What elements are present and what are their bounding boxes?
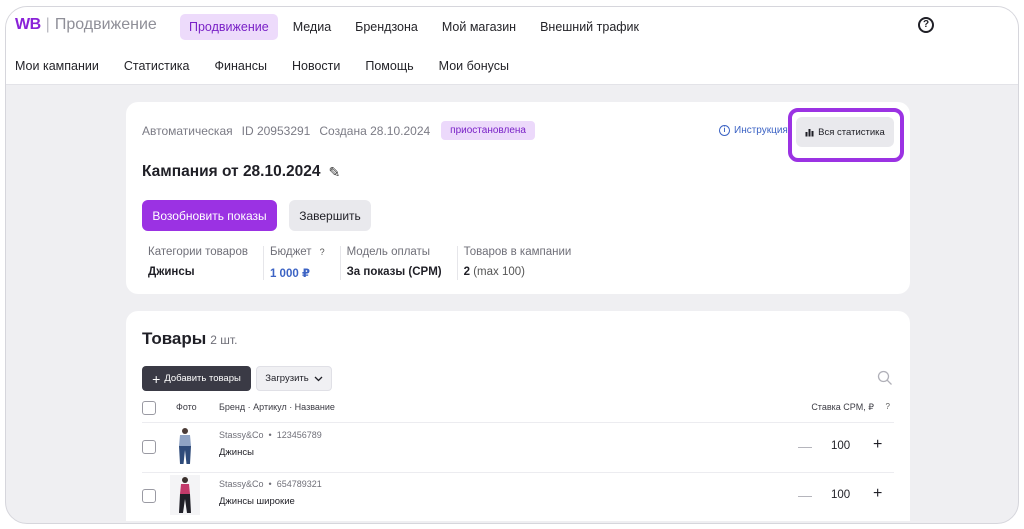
product-sub: Stassy&Co • 123456789 bbox=[219, 430, 322, 440]
payment-label: Модель оплаты bbox=[346, 246, 431, 258]
select-all-checkbox[interactable] bbox=[142, 401, 156, 415]
nav-external-traffic[interactable]: Внешний трафик bbox=[531, 14, 648, 40]
campaign-title: Кампания от 28.10.2024 bbox=[142, 163, 321, 180]
table-header: Фото Бренд · Артикул · Название Ставка C… bbox=[142, 401, 894, 419]
subnav-my-bonuses[interactable]: Мои бонусы bbox=[439, 59, 509, 73]
logo-name: Продвижение bbox=[54, 16, 157, 33]
payment-value: За показы (CPM) bbox=[346, 266, 442, 278]
budget-label: Бюджет bbox=[269, 246, 312, 258]
column-rate: Ставка CPM, ₽ bbox=[811, 402, 874, 412]
all-statistics-label: Вся статистика bbox=[818, 126, 885, 138]
budget-value[interactable]: 1 000 ₽ bbox=[270, 266, 325, 280]
all-statistics-button[interactable]: Вся статистика bbox=[796, 117, 894, 147]
stat-budget: Бюджет ? 1 000 ₽ bbox=[262, 246, 340, 280]
products-title: Товары 2 шт. bbox=[142, 329, 237, 349]
product-name[interactable]: Джинсы bbox=[219, 447, 254, 458]
nav-promotion[interactable]: Продвижение bbox=[180, 14, 278, 40]
campaign-stats: Категории товаров Джинсы Бюджет ? 1 000 … bbox=[142, 246, 586, 280]
rate-value[interactable]: 100 bbox=[831, 440, 850, 452]
product-brand: Stassy&Co bbox=[219, 479, 264, 489]
subnav-my-campaigns[interactable]: Мои кампании bbox=[15, 59, 99, 73]
campaign-created: Создана 28.10.2024 bbox=[319, 123, 431, 138]
increase-rate-button[interactable]: + bbox=[873, 436, 882, 454]
logo[interactable]: WB | Продвижение bbox=[15, 16, 157, 34]
instruction-label: Инструкция bbox=[734, 125, 788, 136]
load-label: Загрузить bbox=[265, 373, 309, 384]
chevron-down-icon bbox=[314, 376, 323, 381]
resume-button[interactable]: Возобновить показы bbox=[142, 200, 277, 231]
increase-rate-button[interactable]: + bbox=[873, 485, 882, 503]
pencil-icon[interactable]: ✎ bbox=[329, 164, 341, 181]
goods-max: (max 100) bbox=[473, 266, 525, 278]
product-photo bbox=[179, 428, 191, 464]
help-icon[interactable]: ? bbox=[918, 17, 934, 33]
goods-label: Товаров в кампании bbox=[463, 246, 572, 258]
instruction-link[interactable]: i Инструкция bbox=[719, 125, 788, 136]
product-sub: Stassy&Co • 654789321 bbox=[219, 479, 322, 489]
rate-value[interactable]: 100 bbox=[831, 489, 850, 501]
top-bar: WB | Продвижение Продвижение Медиа Бренд… bbox=[6, 7, 1018, 85]
info-icon: i bbox=[719, 125, 730, 136]
dot-separator: • bbox=[266, 479, 275, 489]
campaign-meta: Автоматическая ID 20953291 Создана 28.10… bbox=[142, 121, 535, 140]
table-row: Stassy&Co • 654789321 Джинсы широкие — 1… bbox=[142, 472, 894, 522]
product-photo bbox=[170, 475, 200, 515]
products-count: 2 шт. bbox=[210, 333, 238, 347]
bar-chart-icon bbox=[805, 128, 814, 136]
search-icon[interactable] bbox=[877, 370, 893, 386]
row-checkbox[interactable] bbox=[142, 489, 156, 503]
sub-nav: Мои кампании Статистика Финансы Новости … bbox=[15, 59, 509, 73]
subnav-news[interactable]: Новости bbox=[292, 59, 340, 73]
logo-separator: | bbox=[45, 16, 50, 33]
browser-frame: WB | Продвижение Продвижение Медиа Бренд… bbox=[5, 6, 1019, 524]
load-dropdown-button[interactable]: Загрузить bbox=[256, 366, 332, 391]
decrease-rate-button[interactable]: — bbox=[798, 438, 812, 454]
stat-goods: Товаров в кампании 2 (max 100) bbox=[456, 246, 587, 280]
nav-brandzone[interactable]: Брендзона bbox=[346, 14, 427, 40]
row-checkbox[interactable] bbox=[142, 440, 156, 454]
finish-button[interactable]: Завершить bbox=[289, 200, 371, 231]
nav-my-shop[interactable]: Мой магазин bbox=[433, 14, 525, 40]
column-brand: Бренд · Артикул · Название bbox=[219, 402, 335, 412]
products-title-text: Товары bbox=[142, 329, 207, 348]
categories-label: Категории товаров bbox=[148, 246, 248, 258]
subnav-finance[interactable]: Финансы bbox=[215, 59, 267, 73]
campaign-id: ID 20953291 bbox=[241, 123, 311, 138]
question-icon[interactable]: ? bbox=[320, 247, 325, 257]
status-badge: приостановлена bbox=[441, 121, 535, 140]
subnav-statistics[interactable]: Статистика bbox=[124, 59, 190, 73]
table-row: Stassy&Co • 123456789 Джинсы — 100 + bbox=[142, 423, 894, 473]
products-card: Товары 2 шт. + Добавить товары Загрузить … bbox=[126, 311, 910, 521]
add-products-button[interactable]: + Добавить товары bbox=[142, 366, 251, 391]
stat-categories: Категории товаров Джинсы bbox=[142, 246, 263, 280]
campaign-type: Автоматическая bbox=[142, 123, 233, 138]
question-icon[interactable]: ? bbox=[886, 402, 890, 411]
product-article[interactable]: 123456789 bbox=[277, 430, 322, 440]
plus-icon: + bbox=[152, 370, 161, 387]
goods-value: 2 (max 100) bbox=[464, 266, 572, 278]
campaign-card: Автоматическая ID 20953291 Создана 28.10… bbox=[126, 102, 910, 294]
subnav-help[interactable]: Помощь bbox=[365, 59, 413, 73]
page-title: Кампания от 28.10.2024 ✎ bbox=[142, 163, 340, 181]
logo-wb: WB bbox=[15, 16, 41, 33]
goods-count: 2 bbox=[463, 266, 471, 278]
categories-value: Джинсы bbox=[148, 266, 195, 278]
product-brand: Stassy&Co bbox=[219, 430, 264, 440]
add-products-label: Добавить товары bbox=[164, 373, 241, 384]
decrease-rate-button[interactable]: — bbox=[798, 487, 812, 503]
dot-separator: • bbox=[266, 430, 275, 440]
nav-media[interactable]: Медиа bbox=[284, 14, 340, 40]
product-name[interactable]: Джинсы широкие bbox=[219, 496, 295, 507]
main-nav: Продвижение Медиа Брендзона Мой магазин … bbox=[180, 14, 648, 40]
stat-payment-model: Модель оплаты За показы (CPM) bbox=[339, 246, 457, 280]
product-article[interactable]: 654789321 bbox=[277, 479, 322, 489]
column-photo: Фото bbox=[176, 402, 197, 412]
